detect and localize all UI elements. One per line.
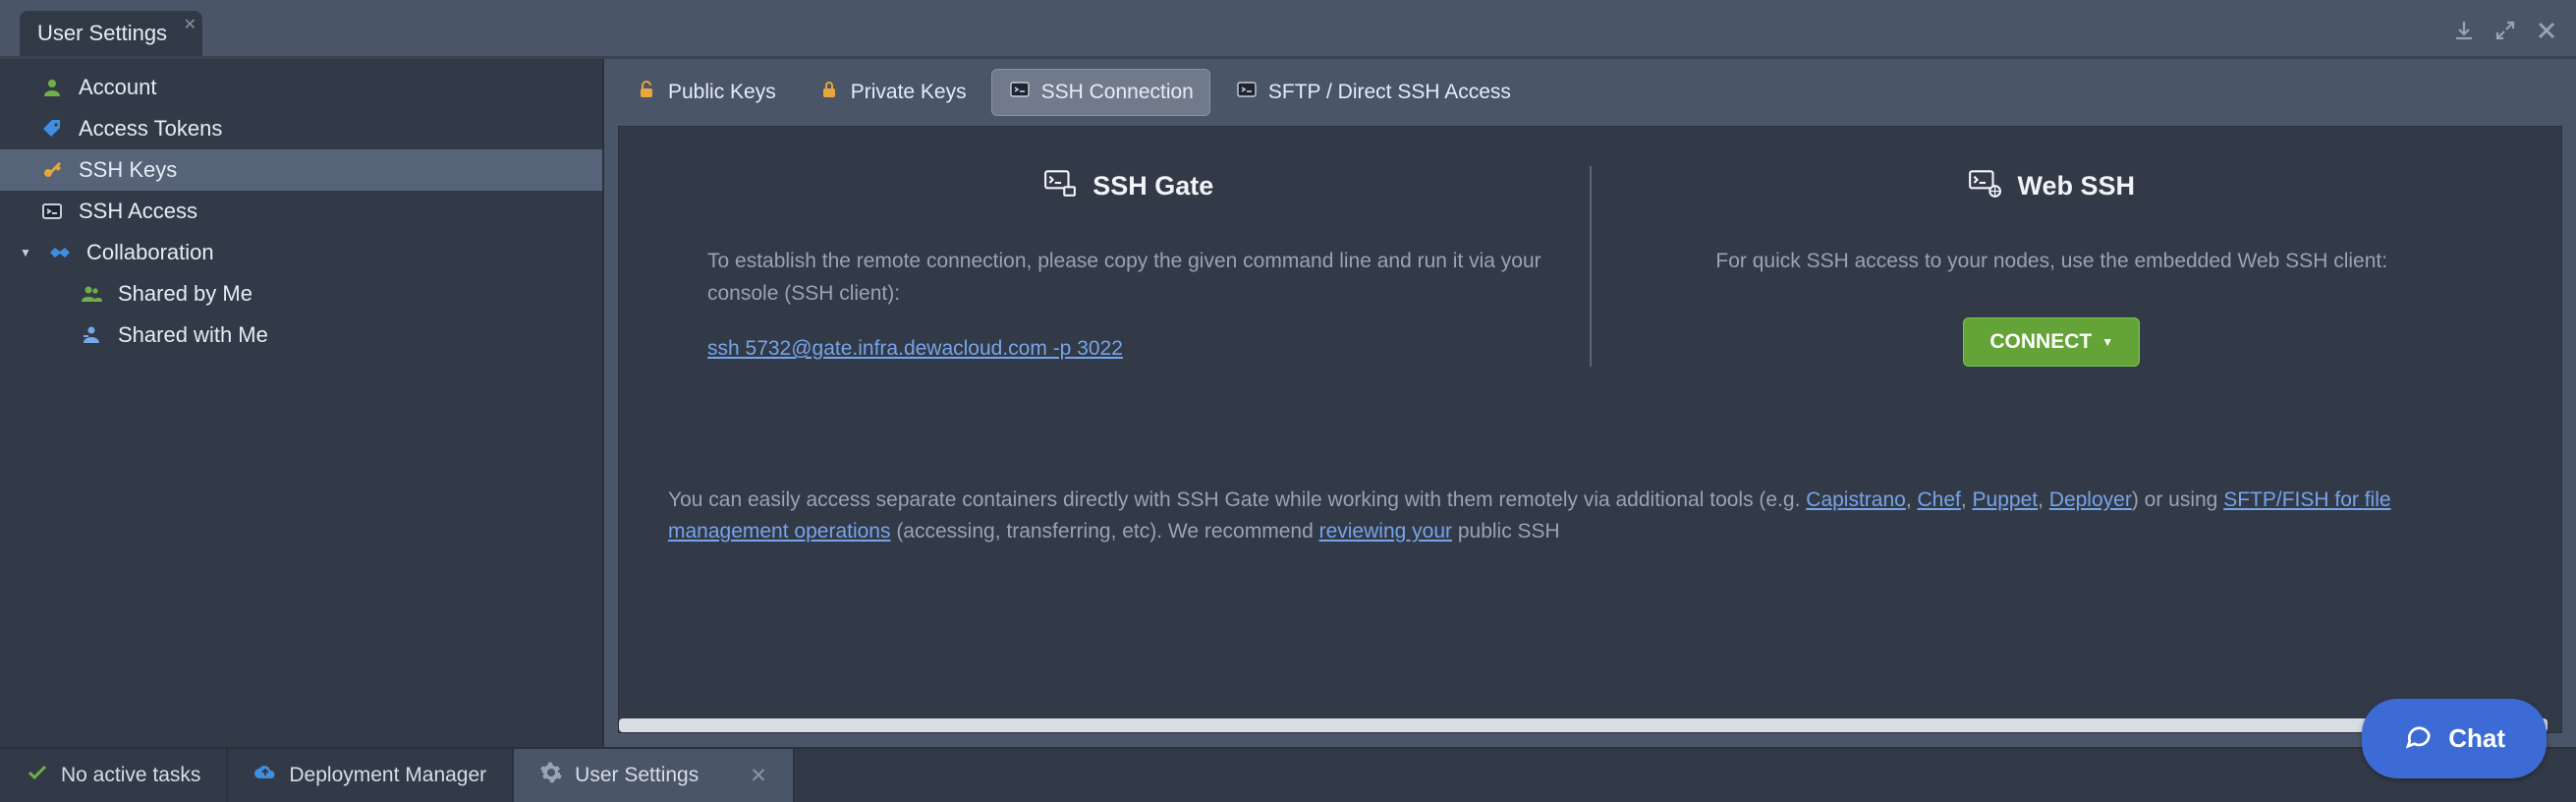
status-settings-label: User Settings [575,764,699,787]
link-review[interactable]: reviewing your [1319,520,1452,543]
sidebar-item-label: Shared by Me [118,281,252,307]
ssh-command-link[interactable]: ssh 5732@gate.infra.dewacloud.com -p 302… [707,337,1123,361]
sidebar-item-label: SSH Keys [79,157,177,183]
ssh-tabs: Public Keys Private Keys SSH Connection [604,59,2576,126]
user-in-icon [79,323,104,347]
sidebar-item-shared-with-me[interactable]: Shared with Me [0,315,602,356]
caret-down-icon: ▼ [2101,335,2113,349]
tab-label: SFTP / Direct SSH Access [1268,81,1511,104]
web-ssh-desc: For quick SSH access to your nodes, use … [1631,246,2474,278]
download-icon[interactable] [2452,19,2476,46]
chat-label: Chat [2448,723,2505,754]
link-deployer[interactable]: Deployer [2049,488,2132,511]
sidebar-item-account[interactable]: Account [0,67,602,108]
link-puppet[interactable]: Puppet [1973,488,2039,511]
sidebar-item-label: SSH Access [79,199,197,224]
lock-icon [817,78,841,107]
ssh-gate-header: SSH Gate [707,166,1550,206]
title-tab-user-settings[interactable]: User Settings ✕ [20,11,202,56]
title-bar: User Settings ✕ [0,0,2576,59]
chat-icon [2403,720,2433,757]
web-ssh-heading: Web SSH [2017,171,2135,201]
sidebar-item-access-tokens[interactable]: Access Tokens [0,108,602,149]
users-icon [79,282,104,306]
sidebar-item-label: Account [79,75,157,100]
chevron-down-icon[interactable]: ▼ [20,246,33,259]
lock-open-icon [635,78,658,107]
footer-help-text: You can easily access separate container… [668,485,2512,548]
sidebar-item-label: Shared with Me [118,322,268,348]
close-icon[interactable]: ✕ [184,15,196,34]
sidebar-item-label: Collaboration [86,240,214,265]
close-window-icon[interactable] [2535,19,2558,46]
tab-public-keys[interactable]: Public Keys [618,69,793,116]
key-icon [39,158,65,182]
tab-private-keys[interactable]: Private Keys [801,69,983,116]
expand-icon[interactable] [2493,19,2517,46]
web-ssh-header: Web SSH [1631,166,2474,206]
sidebar-item-ssh-access[interactable]: SSH Access [0,191,602,232]
ssh-gate-desc: To establish the remote connection, plea… [707,246,1550,310]
status-user-settings[interactable]: User Settings ✕ [514,749,795,802]
tab-label: Private Keys [851,81,967,104]
sidebar-item-shared-by-me[interactable]: Shared by Me [0,273,602,315]
tab-ssh-connection[interactable]: SSH Connection [991,69,1210,116]
check-icon [26,761,49,790]
sidebar-item-ssh-keys[interactable]: SSH Keys [0,149,602,191]
terminal-icon [1008,78,1032,107]
title-tab-label: User Settings [37,21,167,45]
tag-icon [39,117,65,141]
status-tasks-label: No active tasks [61,764,200,787]
link-chef[interactable]: Chef [1918,488,1961,511]
status-deployment-label: Deployment Manager [289,764,486,787]
cloud-upload-icon [253,761,277,790]
terminal-net-icon [1043,166,1077,206]
sidebar-item-collaboration[interactable]: ▼ Collaboration [0,232,602,273]
link-capistrano[interactable]: Capistrano [1806,488,1906,511]
terminal-icon [1235,78,1259,107]
connect-button-label: CONNECT [1989,330,2092,354]
status-bar: No active tasks Deployment Manager User … [0,747,2576,802]
terminal-icon [39,200,65,223]
tab-label: SSH Connection [1041,81,1194,104]
settings-sidebar: Account Access Tokens SSH Keys SSH Acces… [0,59,604,747]
user-icon [39,76,65,99]
chat-button[interactable]: Chat [2362,699,2547,778]
tab-label: Public Keys [668,81,776,104]
gear-icon [539,761,563,790]
terminal-web-icon [1968,166,2001,206]
sidebar-item-label: Access Tokens [79,116,222,142]
close-icon[interactable]: ✕ [750,764,767,788]
handshake-icon [47,241,73,264]
status-tasks[interactable]: No active tasks [0,749,228,802]
ssh-connection-content: SSH Gate To establish the remote connect… [618,126,2562,733]
status-deployment-manager[interactable]: Deployment Manager [228,749,514,802]
connect-button[interactable]: CONNECT ▼ [1963,317,2140,367]
ssh-gate-heading: SSH Gate [1092,171,1213,201]
tab-sftp-direct[interactable]: SFTP / Direct SSH Access [1218,69,1528,116]
title-bar-actions [2452,19,2564,56]
horizontal-scrollbar[interactable] [619,718,2548,732]
